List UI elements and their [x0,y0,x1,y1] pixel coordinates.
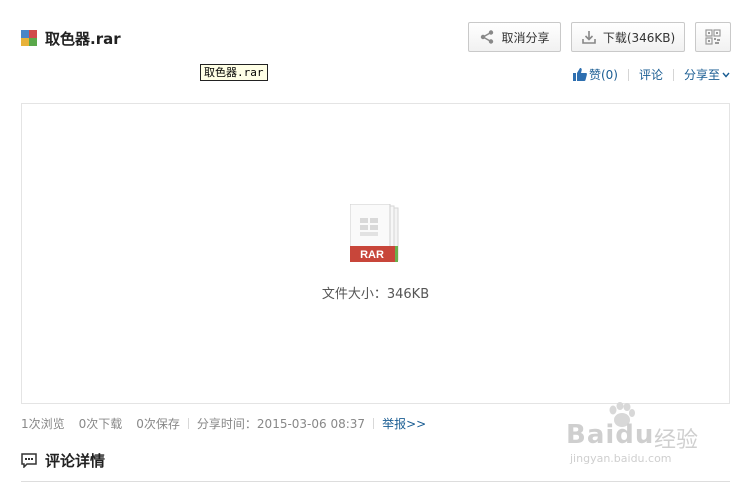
unshare-label: 取消分享 [501,30,550,45]
divider [627,68,629,81]
qr-code-icon [705,29,721,45]
download-icon [582,31,596,44]
download-label: 下载(346KB) [602,30,676,45]
chevron-down-icon [722,72,730,78]
share-time: 分享时间：2015-03-06 08:37 [196,417,366,431]
save-count: 0次保存 [136,417,180,431]
unshare-button[interactable]: 取消分享 [468,22,561,52]
file-preview-panel: RAR 文件大小：346KB [21,103,730,404]
comment-link[interactable]: 评论 [639,66,663,83]
rar-badge-text: RAR [360,249,384,261]
file-title: 取色器.rar [21,28,121,48]
divider [672,68,674,81]
share-to-label: 分享至 [683,68,720,82]
file-name: 取色器.rar [45,29,121,48]
comment-icon [21,453,37,468]
watermark-brand: Baidu [566,420,655,450]
like-button[interactable]: 赞(0) [572,66,618,83]
thumbs-up-icon [572,68,587,81]
download-button[interactable]: 下载(346KB) [571,22,685,52]
social-actions: 赞(0) 评论 分享至 [572,66,730,83]
view-count: 1次浏览 [21,417,65,431]
comments-header: 评论详情 [21,450,105,471]
filename-tooltip: 取色器.rar [200,64,268,81]
download-count: 0次下载 [78,417,123,431]
file-stats: 1次浏览 0次下载 0次保存 分享时间：2015-03-06 08:37 举报>… [21,415,426,432]
baidu-jingyan-watermark: Baidu 经验 jingyan.baidu.com [566,402,726,472]
rar-file-icon [21,30,37,46]
file-size-text: 文件大小：346KB [321,287,430,302]
qr-code-button[interactable] [695,22,731,52]
share-icon [481,30,494,44]
comments-divider [21,481,730,485]
watermark-product: 经验 [654,428,699,453]
divider [373,418,375,429]
divider [187,418,189,429]
rar-archive-icon: RAR [350,204,399,262]
share-to-dropdown[interactable]: 分享至 [684,66,730,83]
watermark-url: jingyan.baidu.com [570,452,672,465]
like-label: 赞(0) [588,68,618,82]
report-link[interactable]: 举报>> [382,415,426,432]
comments-title: 评论详情 [45,452,106,470]
